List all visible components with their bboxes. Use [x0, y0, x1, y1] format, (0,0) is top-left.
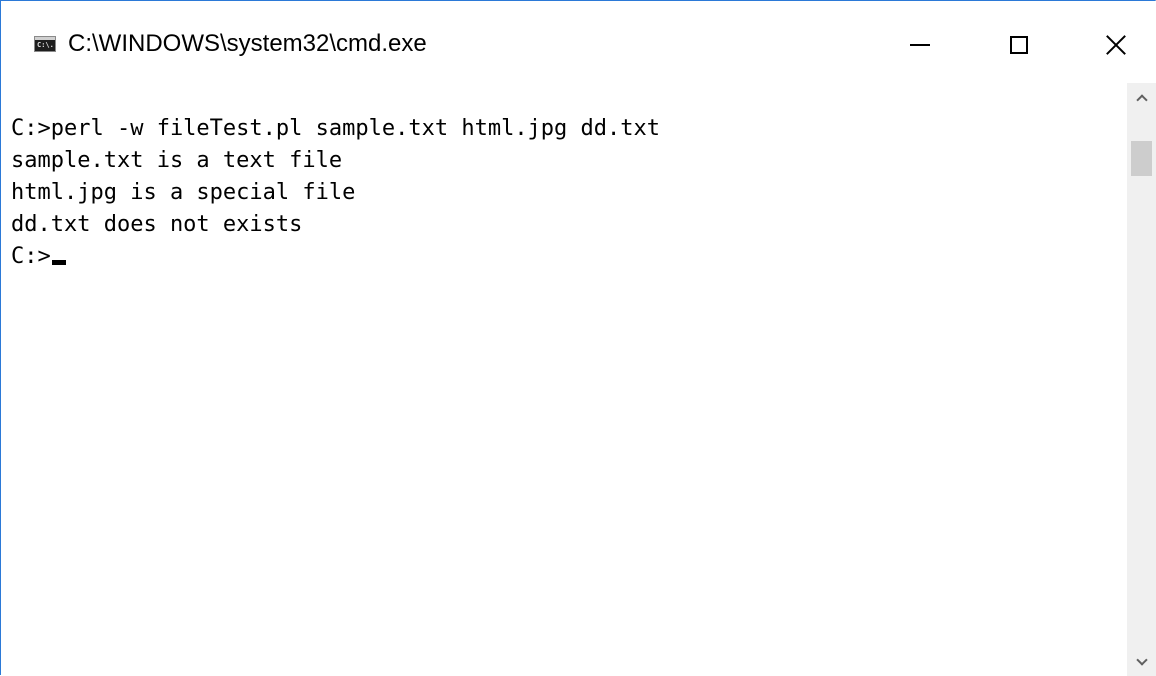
window-title: C:\WINDOWS\system32\cmd.exe: [68, 30, 427, 57]
chevron-down-icon: [1135, 653, 1148, 666]
scrollbar-thumb[interactable]: [1131, 141, 1152, 176]
close-icon: [1105, 34, 1127, 56]
text-cursor: [51, 260, 66, 265]
scroll-up-button[interactable]: [1127, 83, 1156, 111]
console-app-icon[interactable]: C:\.: [34, 36, 56, 52]
console-line: html.jpg is a special file: [11, 180, 356, 205]
vertical-scrollbar[interactable]: [1127, 83, 1156, 676]
app-icon-bar: [35, 37, 55, 40]
console-output[interactable]: C:>perl -w fileTest.pl sample.txt html.j…: [1, 83, 1127, 676]
cmd-window: C:\. C:\WINDOWS\system32\cmd.exe C:>perl…: [0, 0, 1156, 676]
console-line: sample.txt is a text file: [11, 148, 343, 173]
console-line: dd.txt does not exists: [11, 212, 303, 237]
close-button[interactable]: [1081, 17, 1151, 73]
scroll-down-button[interactable]: [1127, 648, 1156, 676]
minimize-icon: [910, 44, 930, 46]
console-prompt-line[interactable]: C:>: [11, 241, 66, 273]
maximize-icon: [1010, 36, 1028, 54]
minimize-button[interactable]: [885, 17, 955, 73]
console-line: C:>perl -w fileTest.pl sample.txt html.j…: [11, 116, 661, 141]
console-prompt: C:>: [11, 244, 51, 269]
chevron-up-icon: [1135, 93, 1148, 106]
title-bar[interactable]: C:\. C:\WINDOWS\system32\cmd.exe: [1, 1, 1156, 83]
app-icon-text: C:\.: [37, 41, 54, 49]
maximize-button[interactable]: [984, 17, 1054, 73]
